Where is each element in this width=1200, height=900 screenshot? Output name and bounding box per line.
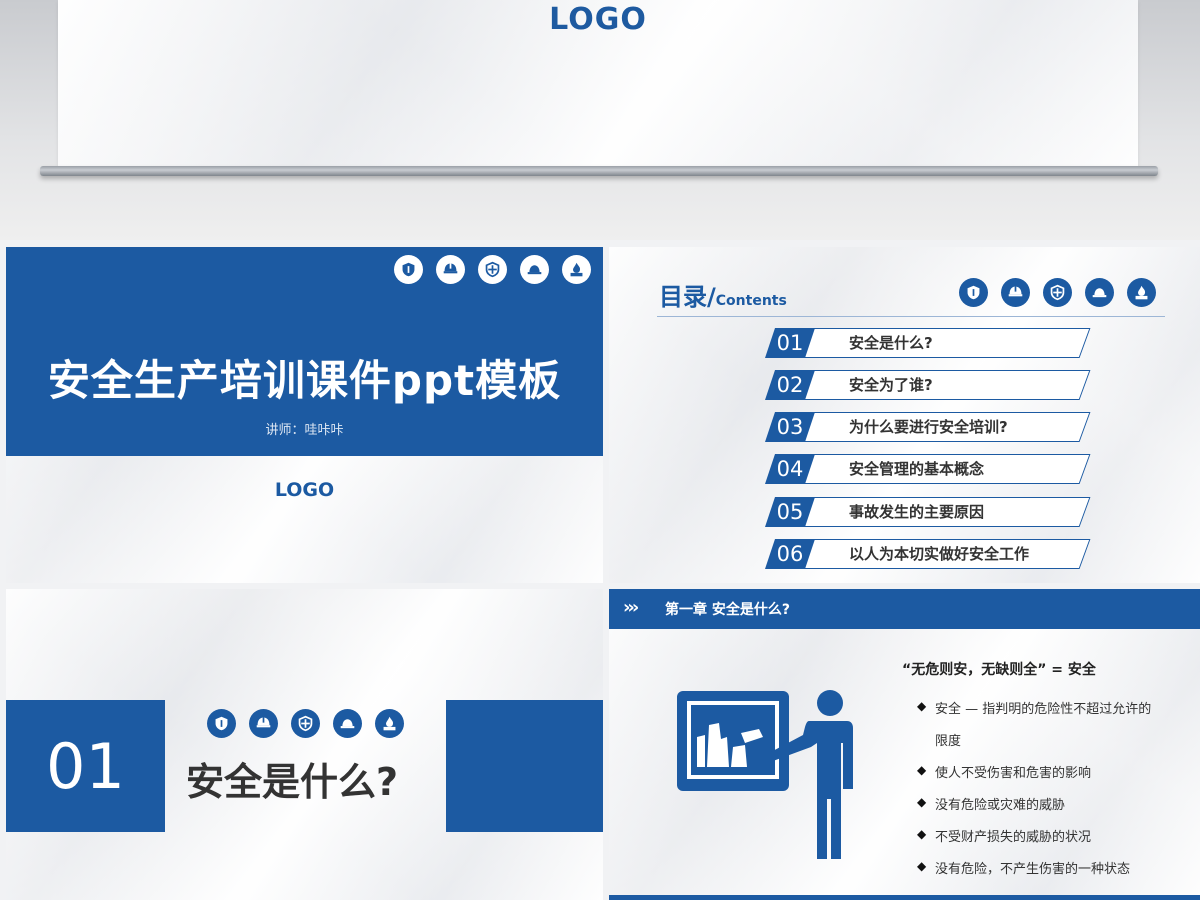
- toc-item[interactable]: 01 安全是什么?: [765, 328, 1091, 358]
- presenter-board-icon: [677, 690, 853, 859]
- toc-item-label: 为什么要进行安全培训?: [849, 418, 1008, 436]
- section-number-block: 01: [6, 700, 165, 832]
- contents-icon-row: [959, 278, 1156, 307]
- helmet-icon: [1001, 278, 1030, 307]
- toc-item[interactable]: 03 为什么要进行安全培训?: [765, 412, 1091, 442]
- top-preview: LOGO: [0, 0, 1200, 240]
- chevrons-icon: ›››: [623, 597, 639, 618]
- diamond-bullet-icon: ◆: [917, 827, 927, 841]
- slide-section-01[interactable]: 01 安全是什么?: [6, 589, 603, 900]
- cover-title: 安全生产培训课件ppt模板: [47, 356, 562, 405]
- cross-shield-icon: [1043, 278, 1072, 307]
- slide-shelf-bar: [40, 166, 1158, 176]
- contents-subtitle: Contents: [715, 293, 787, 309]
- section-heading: 安全是什么?: [186, 760, 399, 804]
- hardhat-icon: [333, 709, 362, 738]
- cover-lecturer: 讲师：哇咔咔: [265, 423, 344, 438]
- hardhat-icon: [1085, 278, 1114, 307]
- diamond-bullet-icon: ◆: [917, 763, 927, 777]
- hardhat-icon: [520, 255, 549, 284]
- bullet-text: 使人不受伤害和危害的影响: [935, 766, 1092, 781]
- top-slide-preview[interactable]: LOGO: [58, 0, 1138, 166]
- diamond-bullet-icon: ◆: [917, 859, 927, 873]
- contents-title-text: 目录/: [659, 283, 716, 311]
- slide-contents[interactable]: 目录/Contents 01 安全是什么? 02 安全为了谁? 03 为什么要进…: [609, 247, 1200, 583]
- chapter-quote: “无危则安，无缺则全” = 安全: [902, 662, 1096, 678]
- toc-item[interactable]: 06 以人为本切实做好安全工作: [765, 539, 1091, 569]
- bullet-text: 不受财产损失的威胁的状况: [935, 830, 1092, 845]
- toc-item-label: 安全为了谁?: [849, 376, 933, 394]
- chapter-title: 第一章 安全是什么?: [665, 602, 790, 618]
- chapter-footer-bar: [609, 895, 1200, 900]
- toc-item-label: 以人为本切实做好安全工作: [849, 545, 1030, 563]
- toc-item[interactable]: 05 事故发生的主要原因: [765, 497, 1091, 527]
- helmet-icon: [249, 709, 278, 738]
- toc-item-label: 事故发生的主要原因: [849, 503, 985, 521]
- helmet-icon: [436, 255, 465, 284]
- bullet-text: 安全 — 指判明的危险性不超过允许的: [935, 702, 1152, 717]
- bullet-text: 没有危险，不产生伤害的一种状态: [935, 862, 1131, 877]
- toc-item-label: 安全是什么?: [849, 334, 933, 352]
- diamond-bullet-icon: ◆: [917, 699, 927, 713]
- toc-item[interactable]: 02 安全为了谁?: [765, 370, 1091, 400]
- slide-chapter-1[interactable]: ››› 第一章 安全是什么? “无危则安，无缺则全” = 安全 ◆ 安全 — 指…: [609, 589, 1200, 900]
- bullet-text: 限度: [935, 734, 962, 749]
- cover-logo: LOGO: [274, 479, 335, 501]
- cross-shield-icon: [478, 255, 507, 284]
- shield-icon: [394, 255, 423, 284]
- fire-icon: [1127, 278, 1156, 307]
- section-icon-row: [207, 709, 404, 738]
- fire-icon: [375, 709, 404, 738]
- fire-icon: [562, 255, 591, 284]
- contents-title: 目录/Contents: [659, 277, 787, 312]
- top-logo: LOGO: [549, 2, 647, 37]
- cross-shield-icon: [291, 709, 320, 738]
- toc-item-frame: [799, 328, 1091, 358]
- toc-item-frame: [799, 370, 1091, 400]
- contents-divider: [657, 316, 1165, 317]
- toc-item-label: 安全管理的基本概念: [849, 460, 985, 478]
- chapter-header-bar: ››› 第一章 安全是什么?: [609, 589, 1200, 629]
- section-accent-block: [446, 700, 603, 832]
- shield-icon: [959, 278, 988, 307]
- shield-icon: [207, 709, 236, 738]
- slide-cover[interactable]: 安全生产培训课件ppt模板 讲师：哇咔咔 LOGO: [6, 247, 603, 583]
- section-number: 01: [46, 729, 125, 803]
- bullet-text: 没有危险或灾难的威胁: [935, 798, 1066, 813]
- toc-item[interactable]: 04 安全管理的基本概念: [765, 454, 1091, 484]
- diamond-bullet-icon: ◆: [917, 795, 927, 809]
- cover-icon-row: [394, 255, 591, 284]
